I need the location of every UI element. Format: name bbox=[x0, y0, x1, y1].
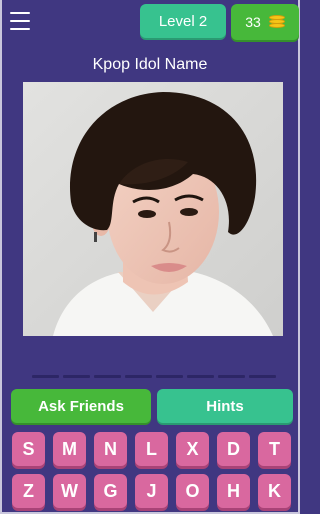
answer-slot[interactable] bbox=[94, 375, 121, 378]
letter-tile[interactable]: T bbox=[258, 432, 291, 466]
coin-count: 33 bbox=[245, 14, 261, 30]
letter-tile[interactable]: X bbox=[176, 432, 209, 466]
answer-slot[interactable] bbox=[187, 375, 214, 378]
answer-slot[interactable] bbox=[32, 375, 59, 378]
letter-tile[interactable]: O bbox=[176, 474, 209, 508]
letter-tile[interactable]: G bbox=[94, 474, 127, 508]
answer-slot[interactable] bbox=[249, 375, 276, 378]
letter-tile[interactable]: M bbox=[53, 432, 86, 466]
letter-tile[interactable]: J bbox=[135, 474, 168, 508]
letter-tile[interactable]: S bbox=[12, 432, 45, 466]
quiz-title: Kpop Idol Name bbox=[92, 56, 208, 73]
level-label: Level 2 bbox=[158, 12, 208, 30]
letter-tile[interactable]: D bbox=[217, 432, 250, 466]
idol-portrait-image bbox=[23, 82, 283, 336]
ask-friends-button[interactable]: Ask Friends bbox=[11, 389, 151, 423]
coin-balance[interactable]: 33 bbox=[231, 4, 299, 40]
letter-tile[interactable]: H bbox=[217, 474, 250, 508]
top-bar: Level 2 33 bbox=[2, 0, 299, 44]
letter-tile[interactable]: L bbox=[135, 432, 168, 466]
answer-slot[interactable] bbox=[63, 375, 90, 378]
answer-slots bbox=[32, 375, 276, 379]
hints-button[interactable]: Hints bbox=[157, 389, 293, 423]
idol-photo bbox=[23, 82, 283, 336]
answer-slot[interactable] bbox=[156, 375, 183, 378]
letter-tile[interactable]: N bbox=[94, 432, 127, 466]
coin-stack-icon bbox=[268, 15, 285, 29]
hamburger-menu-icon[interactable] bbox=[10, 12, 30, 30]
answer-slot[interactable] bbox=[125, 375, 152, 378]
letter-tile[interactable]: W bbox=[53, 474, 86, 508]
answer-slot[interactable] bbox=[218, 375, 245, 378]
level-badge: Level 2 bbox=[140, 4, 226, 38]
letter-tile[interactable]: K bbox=[258, 474, 291, 508]
letter-tile[interactable]: Z bbox=[12, 474, 45, 508]
